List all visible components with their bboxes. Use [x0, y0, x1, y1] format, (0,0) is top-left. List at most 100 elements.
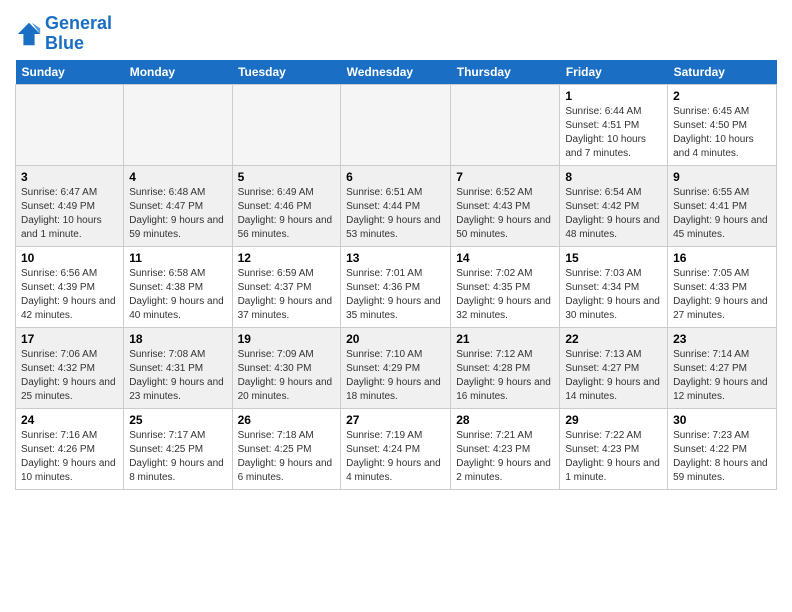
calendar-cell: 18 Sunrise: 7:08 AM Sunset: 4:31 PM Dayli… [124, 327, 232, 408]
calendar-cell: 27 Sunrise: 7:19 AM Sunset: 4:24 PM Dayli… [341, 408, 451, 489]
calendar-cell [341, 84, 451, 165]
day-number: 26 [238, 413, 336, 427]
page-header: General Blue [15, 10, 777, 54]
calendar-header-tuesday: Tuesday [232, 60, 341, 85]
calendar-week-row: 24 Sunrise: 7:16 AM Sunset: 4:26 PM Dayli… [16, 408, 777, 489]
calendar-header-thursday: Thursday [451, 60, 560, 85]
calendar-cell [124, 84, 232, 165]
day-number: 21 [456, 332, 554, 346]
day-number: 13 [346, 251, 445, 265]
calendar-cell: 9Sunrise: 6:55 AM Sunset: 4:41 PM Daylig… [668, 165, 777, 246]
day-info: Sunrise: 7:10 AM Sunset: 4:29 PM Dayligh… [346, 348, 445, 404]
day-number: 5 [238, 170, 336, 184]
calendar-header-friday: Friday [560, 60, 668, 85]
calendar-cell: 7Sunrise: 6:52 AM Sunset: 4:43 PM Daylig… [451, 165, 560, 246]
day-info: Sunrise: 7:23 AM Sunset: 4:22 PM Dayligh… [673, 429, 771, 485]
day-number: 27 [346, 413, 445, 427]
calendar-cell: 19 Sunrise: 7:09 AM Sunset: 4:30 PM Dayli… [232, 327, 341, 408]
calendar-cell: 21 Sunrise: 7:12 AM Sunset: 4:28 PM Dayli… [451, 327, 560, 408]
calendar-cell [232, 84, 341, 165]
day-info: Sunrise: 7:06 AM Sunset: 4:32 PM Dayligh… [21, 348, 118, 404]
day-number: 22 [565, 332, 662, 346]
day-info: Sunrise: 6:56 AM Sunset: 4:39 PM Dayligh… [21, 267, 118, 323]
calendar-cell: 26Sunrise: 7:18 AM Sunset: 4:25 PM Dayli… [232, 408, 341, 489]
day-info: Sunrise: 7:16 AM Sunset: 4:26 PM Dayligh… [21, 429, 118, 485]
calendar-cell: 20 Sunrise: 7:10 AM Sunset: 4:29 PM Dayli… [341, 327, 451, 408]
day-number: 20 [346, 332, 445, 346]
day-number: 16 [673, 251, 771, 265]
calendar-cell: 12 Sunrise: 6:59 AM Sunset: 4:37 PM Dayli… [232, 246, 341, 327]
day-info: Sunrise: 7:19 AM Sunset: 4:24 PM Dayligh… [346, 429, 445, 485]
day-info: Sunrise: 6:51 AM Sunset: 4:44 PM Dayligh… [346, 186, 445, 242]
calendar-header-monday: Monday [124, 60, 232, 85]
calendar-header-sunday: Sunday [16, 60, 124, 85]
day-number: 17 [21, 332, 118, 346]
day-info: Sunrise: 6:48 AM Sunset: 4:47 PM Dayligh… [129, 186, 226, 242]
day-info: Sunrise: 7:01 AM Sunset: 4:36 PM Dayligh… [346, 267, 445, 323]
day-number: 2 [673, 89, 771, 103]
day-number: 12 [238, 251, 336, 265]
day-info: Sunrise: 7:13 AM Sunset: 4:27 PM Dayligh… [565, 348, 662, 404]
calendar-cell: 16 Sunrise: 7:05 AM Sunset: 4:33 PM Dayli… [668, 246, 777, 327]
day-info: Sunrise: 7:09 AM Sunset: 4:30 PM Dayligh… [238, 348, 336, 404]
calendar-cell [451, 84, 560, 165]
day-info: Sunrise: 7:05 AM Sunset: 4:33 PM Dayligh… [673, 267, 771, 323]
day-info: Sunrise: 7:22 AM Sunset: 4:23 PM Dayligh… [565, 429, 662, 485]
day-info: Sunrise: 7:17 AM Sunset: 4:25 PM Dayligh… [129, 429, 226, 485]
calendar-cell: 22 Sunrise: 7:13 AM Sunset: 4:27 PM Dayli… [560, 327, 668, 408]
calendar-header-wednesday: Wednesday [341, 60, 451, 85]
day-number: 29 [565, 413, 662, 427]
calendar-week-row: 3Sunrise: 6:47 AM Sunset: 4:49 PM Daylig… [16, 165, 777, 246]
calendar-cell: 23Sunrise: 7:14 AM Sunset: 4:27 PM Dayli… [668, 327, 777, 408]
calendar-cell: 15 Sunrise: 7:03 AM Sunset: 4:34 PM Dayli… [560, 246, 668, 327]
day-info: Sunrise: 7:08 AM Sunset: 4:31 PM Dayligh… [129, 348, 226, 404]
day-number: 23 [673, 332, 771, 346]
calendar-cell: 8Sunrise: 6:54 AM Sunset: 4:42 PM Daylig… [560, 165, 668, 246]
page-container: General Blue SundayMondayTuesdayWednesda… [0, 0, 792, 500]
calendar-week-row: 17 Sunrise: 7:06 AM Sunset: 4:32 PM Dayli… [16, 327, 777, 408]
day-number: 10 [21, 251, 118, 265]
day-number: 7 [456, 170, 554, 184]
day-info: Sunrise: 6:49 AM Sunset: 4:46 PM Dayligh… [238, 186, 336, 242]
calendar-cell: 4 Sunrise: 6:48 AM Sunset: 4:47 PM Daylig… [124, 165, 232, 246]
calendar-cell: 28 Sunrise: 7:21 AM Sunset: 4:23 PM Dayli… [451, 408, 560, 489]
day-number: 9 [673, 170, 771, 184]
day-number: 24 [21, 413, 118, 427]
calendar-cell: 17 Sunrise: 7:06 AM Sunset: 4:32 PM Dayli… [16, 327, 124, 408]
calendar-cell: 10 Sunrise: 6:56 AM Sunset: 4:39 PM Dayli… [16, 246, 124, 327]
logo-blue: Blue [45, 33, 84, 53]
day-number: 14 [456, 251, 554, 265]
day-number: 15 [565, 251, 662, 265]
day-number: 6 [346, 170, 445, 184]
logo-icon [15, 20, 43, 48]
calendar-cell [16, 84, 124, 165]
day-number: 3 [21, 170, 118, 184]
day-number: 11 [129, 251, 226, 265]
calendar-cell: 3Sunrise: 6:47 AM Sunset: 4:49 PM Daylig… [16, 165, 124, 246]
day-number: 18 [129, 332, 226, 346]
day-number: 30 [673, 413, 771, 427]
day-info: Sunrise: 6:44 AM Sunset: 4:51 PM Dayligh… [565, 105, 662, 161]
calendar-cell: 6 Sunrise: 6:51 AM Sunset: 4:44 PM Daylig… [341, 165, 451, 246]
calendar-cell: 11 Sunrise: 6:58 AM Sunset: 4:38 PM Dayli… [124, 246, 232, 327]
calendar-cell: 1Sunrise: 6:44 AM Sunset: 4:51 PM Daylig… [560, 84, 668, 165]
calendar-cell: 29 Sunrise: 7:22 AM Sunset: 4:23 PM Dayli… [560, 408, 668, 489]
calendar-week-row: 10 Sunrise: 6:56 AM Sunset: 4:39 PM Dayli… [16, 246, 777, 327]
calendar-cell: 25 Sunrise: 7:17 AM Sunset: 4:25 PM Dayli… [124, 408, 232, 489]
day-number: 25 [129, 413, 226, 427]
day-info: Sunrise: 7:03 AM Sunset: 4:34 PM Dayligh… [565, 267, 662, 323]
day-number: 28 [456, 413, 554, 427]
day-info: Sunrise: 7:21 AM Sunset: 4:23 PM Dayligh… [456, 429, 554, 485]
calendar-cell: 14 Sunrise: 7:02 AM Sunset: 4:35 PM Dayli… [451, 246, 560, 327]
calendar-header-saturday: Saturday [668, 60, 777, 85]
calendar-cell: 13 Sunrise: 7:01 AM Sunset: 4:36 PM Dayli… [341, 246, 451, 327]
day-info: Sunrise: 6:58 AM Sunset: 4:38 PM Dayligh… [129, 267, 226, 323]
day-number: 19 [238, 332, 336, 346]
calendar-cell: 2Sunrise: 6:45 AM Sunset: 4:50 PM Daylig… [668, 84, 777, 165]
calendar-header-row: SundayMondayTuesdayWednesdayThursdayFrid… [16, 60, 777, 85]
calendar-table: SundayMondayTuesdayWednesdayThursdayFrid… [15, 60, 777, 490]
day-info: Sunrise: 7:02 AM Sunset: 4:35 PM Dayligh… [456, 267, 554, 323]
day-info: Sunrise: 7:12 AM Sunset: 4:28 PM Dayligh… [456, 348, 554, 404]
day-number: 4 [129, 170, 226, 184]
day-info: Sunrise: 6:59 AM Sunset: 4:37 PM Dayligh… [238, 267, 336, 323]
